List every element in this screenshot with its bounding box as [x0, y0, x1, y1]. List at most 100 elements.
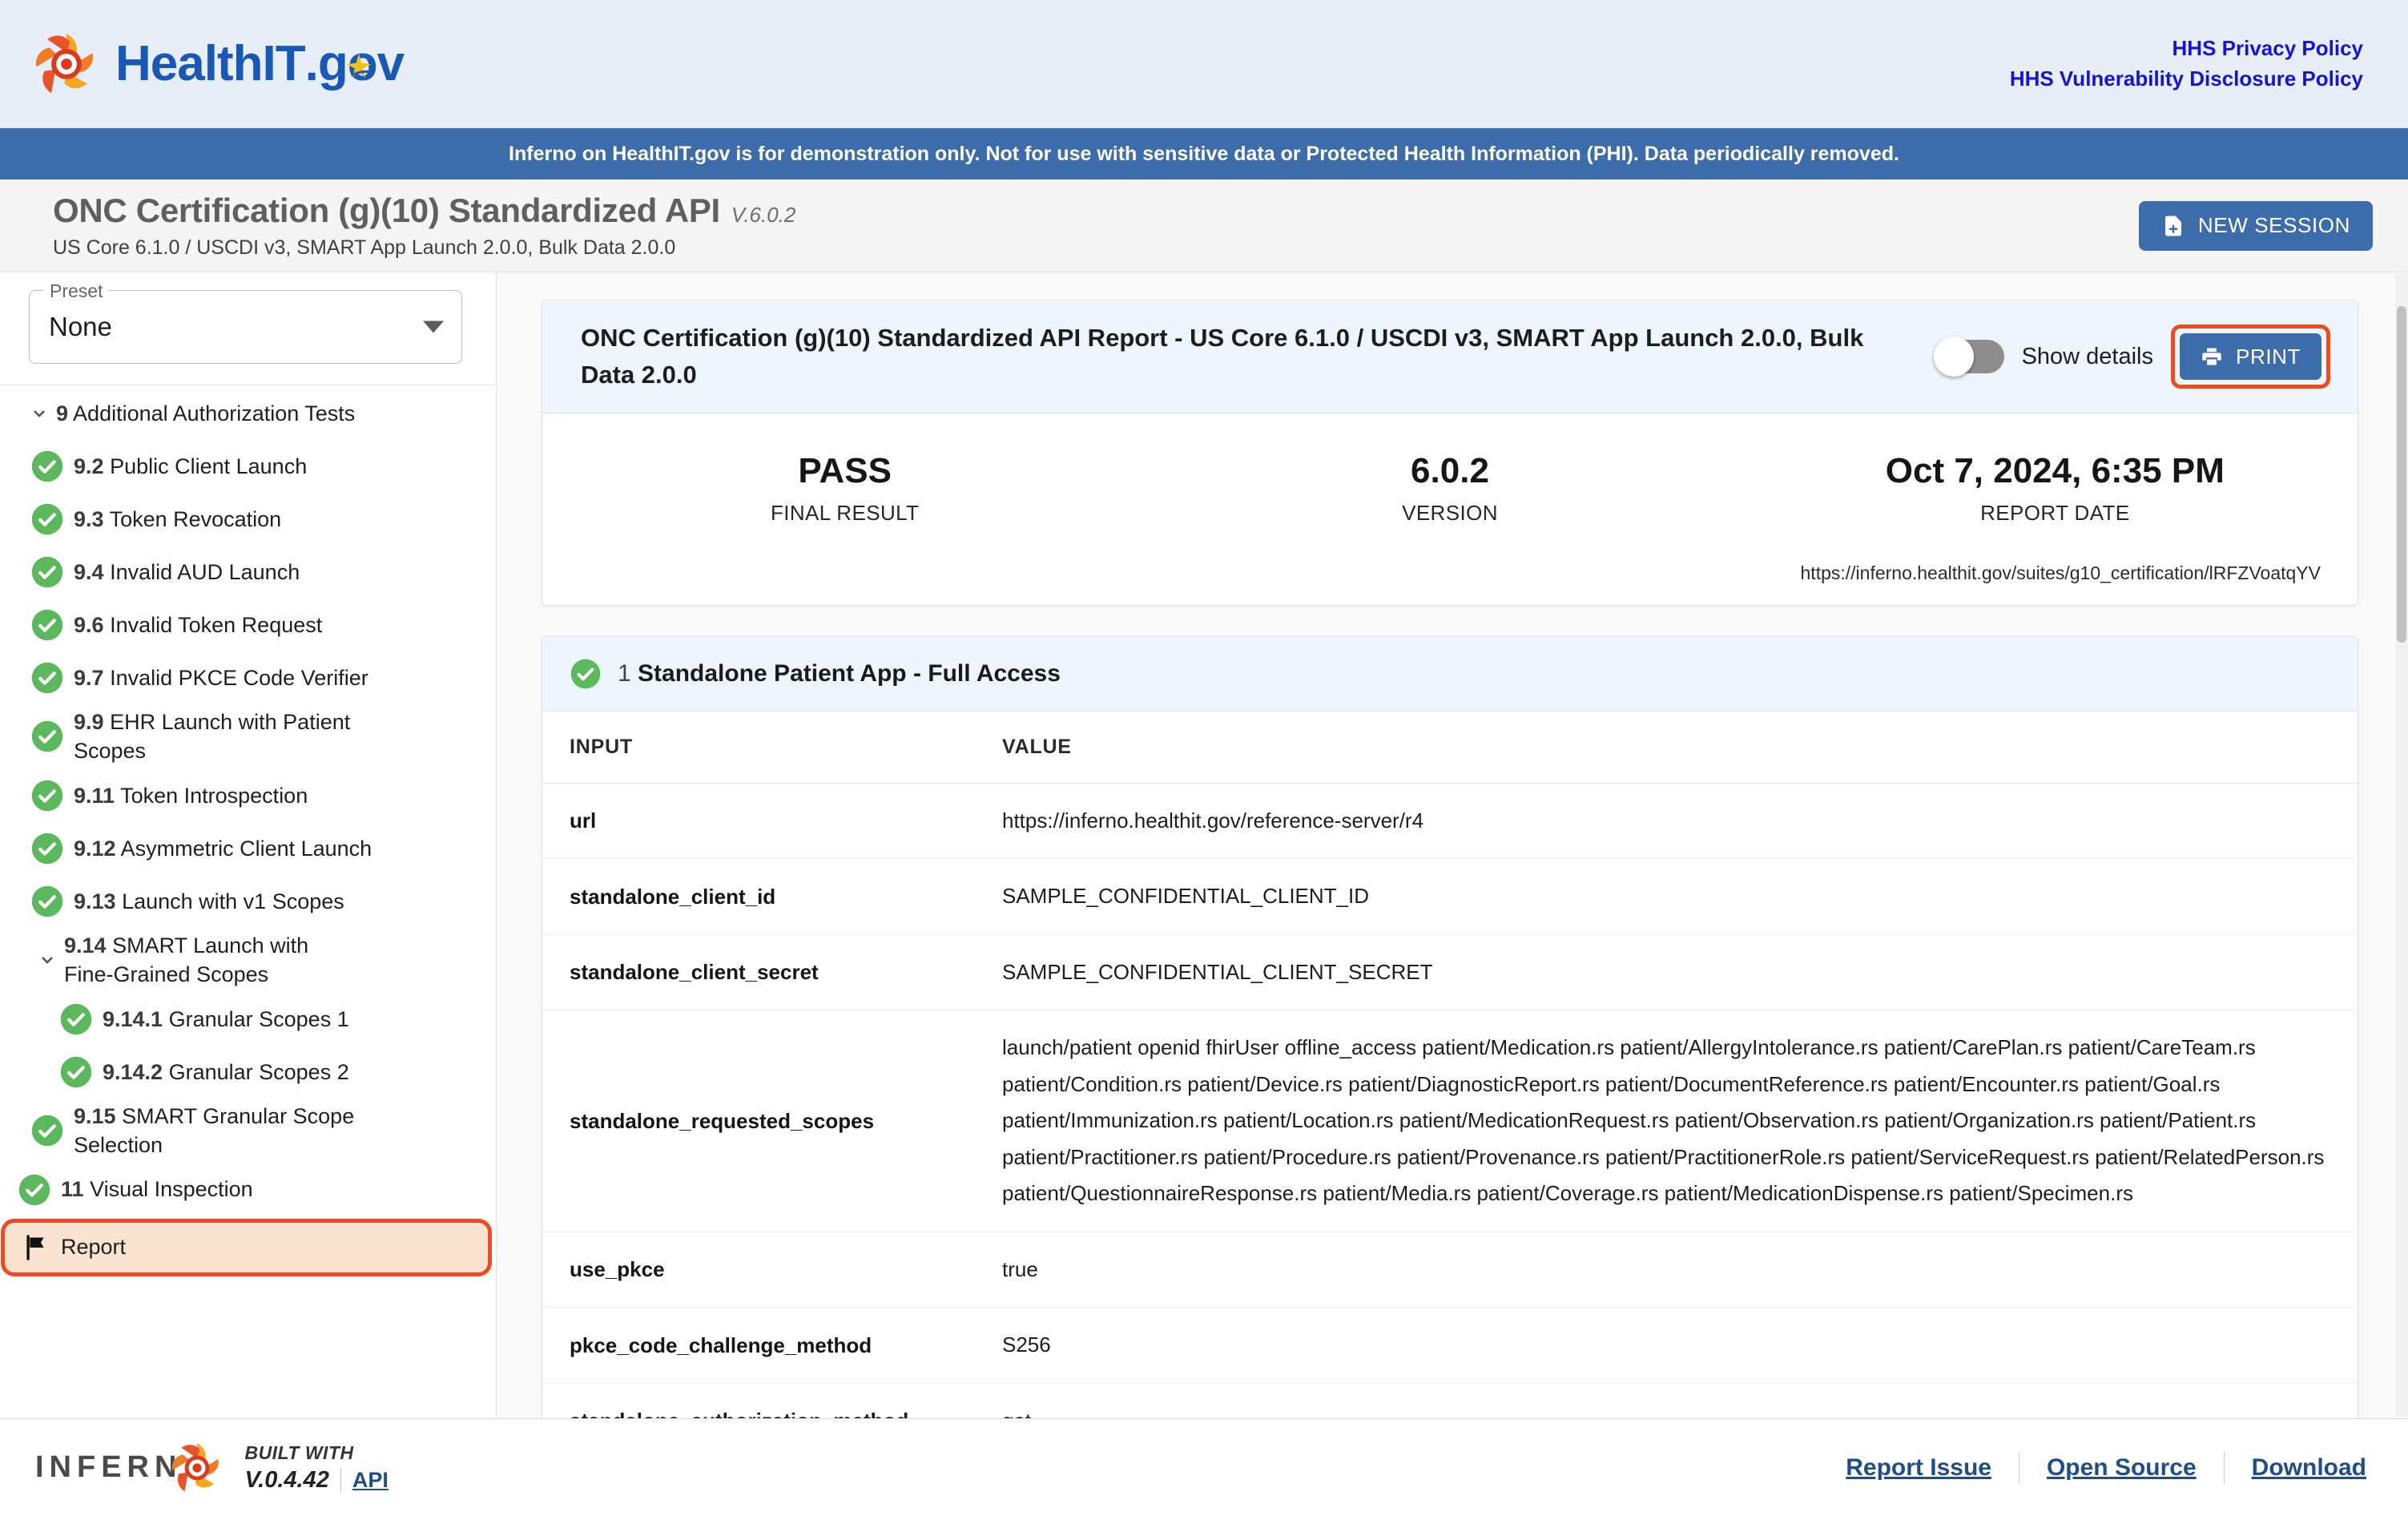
report-title: ONC Certification (g)(10) Standardized A…	[581, 324, 1864, 389]
table-row: url https://inferno.healthit.gov/referen…	[542, 783, 2358, 860]
hhs-vulnerability-disclosure-policy-link[interactable]: HHS Vulnerability Disclosure Policy	[2010, 67, 2363, 91]
sidebar-item-number: 9.4	[74, 559, 104, 584]
input-value: SAMPLE_CONFIDENTIAL_CLIENT_SECRET	[975, 934, 2358, 1011]
sidebar-item-label: Granular Scopes 1	[168, 1006, 349, 1031]
inferno-version: V.0.4.42	[244, 1466, 329, 1493]
sidebar-item-label: Token Introspection	[120, 783, 308, 808]
page-title: ONC Certification (g)(10) Standardized A…	[53, 192, 720, 229]
summary-value: 6.0.2	[1411, 450, 1489, 490]
sidebar-item-9-13[interactable]: 9.13 Launch with v1 Scopes	[0, 875, 496, 928]
summary-report-date: Oct 7, 2024, 6:35 PM REPORT DATE	[1753, 449, 2358, 526]
sidebar-item-9-6[interactable]: 9.6 Invalid Token Request	[0, 599, 496, 651]
input-value: get	[975, 1383, 2358, 1418]
sidebar-item-label: Granular Scopes 2	[168, 1059, 349, 1084]
demo-banner: Inferno on HealthIT.gov is for demonstra…	[0, 128, 2408, 179]
brand-name-main: HealthIT	[115, 35, 306, 91]
report-content: ONC Certification (g)(10) Standardized A…	[497, 272, 2408, 1418]
brand-name: HealthIT.gov	[115, 35, 405, 91]
summary-label: FINAL RESULT	[770, 500, 920, 525]
report-panel-actions: Show details PRINT	[1933, 320, 2330, 389]
table-row: standalone_client_id SAMPLE_CONFIDENTIAL…	[542, 858, 2358, 935]
print-label: PRINT	[2236, 344, 2301, 369]
new-session-button[interactable]: NEW SESSION	[2138, 200, 2373, 251]
gov-header: HealthIT.gov HHS Privacy Policy HHS Vuln…	[0, 0, 2408, 128]
table-row: standalone_client_secret SAMPLE_CONFIDEN…	[542, 934, 2358, 1011]
inputs-table: INPUT VALUE url https://inferno.healthit…	[542, 711, 2358, 1418]
show-details-toggle[interactable]	[1933, 337, 2004, 377]
sidebar-item-number: 9.9	[74, 710, 104, 734]
chevron-down-icon[interactable]	[22, 404, 56, 423]
preset-select[interactable]: Preset None	[29, 280, 462, 364]
sidebar-item-label: Asymmetric Client Launch	[120, 836, 372, 861]
column-header-input: INPUT	[542, 711, 975, 784]
sidebar-item-9-11[interactable]: 9.11 Token Introspection	[0, 769, 496, 822]
sidebar-item-label: Invalid PKCE Code Verifier	[110, 665, 368, 690]
download-link[interactable]: Download	[2252, 1454, 2366, 1482]
input-key: standalone_authorization_method	[542, 1383, 975, 1418]
sidebar-item-9-9[interactable]: 9.9 EHR Launch with Patient Scopes	[0, 704, 496, 769]
suite-titles: ONC Certification (g)(10) Standardized A…	[53, 192, 795, 260]
sidebar-item-number: 9.14	[64, 933, 107, 958]
chevron-down-icon	[423, 321, 444, 333]
summary-final-result: PASS FINAL RESULT	[542, 449, 1147, 526]
divider	[2223, 1451, 2225, 1484]
report-url: https://inferno.healthit.gov/suites/g10_…	[1800, 562, 2321, 583]
test-group-title: Standalone Patient App - Full Access	[638, 659, 1061, 687]
sidebar-item-11[interactable]: 11 Visual Inspection	[0, 1163, 496, 1216]
pass-check-icon	[31, 1115, 63, 1147]
pass-check-icon	[31, 780, 63, 812]
scrollbar-thumb[interactable]	[2397, 306, 2406, 643]
sidebar-item-label: Report	[61, 1235, 127, 1260]
sidebar-item-label: EHR Launch with Patient Scopes	[74, 710, 351, 764]
toggle-knob	[1933, 337, 1974, 377]
report-issue-link[interactable]: Report Issue	[1846, 1454, 1991, 1482]
sidebar-item-number: 9.14.2	[103, 1059, 163, 1084]
sidebar-item-9-14-1[interactable]: 9.14.1 Granular Scopes 1	[0, 993, 496, 1046]
sidebar-item-label: Visual Inspection	[90, 1177, 253, 1202]
preset-label: Preset	[44, 280, 109, 302]
sidebar-item-9-4[interactable]: 9.4 Invalid AUD Launch	[0, 546, 496, 599]
input-key: standalone_requested_scopes	[542, 1010, 975, 1232]
sidebar-item-number: 9.7	[74, 665, 104, 690]
sidebar-item-number: 9.6	[74, 612, 104, 637]
sidebar-item-label: Additional Authorization Tests	[73, 401, 356, 425]
sidebar-item-label: Token Revocation	[109, 506, 282, 531]
input-key: url	[542, 783, 975, 860]
sidebar-item-number: 9.2	[74, 454, 104, 478]
sidebar-item-label: Launch with v1 Scopes	[122, 889, 344, 913]
sidebar-item-9-2[interactable]: 9.2 Public Client Launch	[0, 440, 496, 493]
summary-label: VERSION	[1402, 500, 1498, 525]
sidebar-item-9-12[interactable]: 9.12 Asymmetric Client Launch	[0, 822, 496, 875]
pass-check-icon	[60, 1003, 92, 1034]
sidebar-item-9-14[interactable]: 9.14 SMART Launch with Fine-Grained Scop…	[0, 928, 496, 993]
chevron-down-icon[interactable]	[30, 950, 64, 970]
sidebar-item-9-15[interactable]: 9.15 SMART Granular Scope Selection	[0, 1099, 496, 1163]
flag-icon	[26, 1234, 44, 1260]
sidebar-item-9-7[interactable]: 9.7 Invalid PKCE Code Verifier	[0, 651, 496, 704]
api-link[interactable]: API	[352, 1468, 389, 1493]
divider	[340, 1468, 341, 1492]
input-key: pkce_code_challenge_method	[542, 1307, 975, 1384]
show-details-label: Show details	[2021, 343, 2153, 369]
sidebar-item-9-3[interactable]: 9.3 Token Revocation	[0, 493, 496, 546]
pass-check-icon	[31, 609, 63, 641]
summary-label: REPORT DATE	[1980, 500, 2130, 525]
print-button[interactable]: PRINT	[2180, 333, 2321, 380]
open-source-link[interactable]: Open Source	[2047, 1454, 2197, 1482]
healthit-sunburst-logo	[35, 33, 94, 93]
policy-links: HHS Privacy Policy HHS Vulnerability Dis…	[2010, 36, 2363, 91]
sidebar-item-label: Public Client Launch	[110, 454, 308, 478]
content-scrollbar[interactable]	[2395, 274, 2408, 1417]
brand-name-tld: .gov	[304, 35, 405, 91]
sidebar-item-report[interactable]: Report	[1, 1218, 492, 1276]
sidebar-item-label: Invalid AUD Launch	[110, 559, 300, 584]
sidebar-item-9[interactable]: 9 Additional Authorization Tests	[0, 387, 496, 440]
printer-icon	[2202, 348, 2221, 365]
sidebar-item-9-14-2[interactable]: 9.14.2 Granular Scopes 2	[0, 1046, 496, 1099]
test-group-header[interactable]: 1 Standalone Patient App - Full Access	[542, 636, 2358, 712]
print-button-highlight: PRINT	[2171, 325, 2330, 389]
healthit-brand[interactable]: HealthIT.gov	[32, 30, 405, 99]
hhs-privacy-policy-link[interactable]: HHS Privacy Policy	[2010, 36, 2363, 61]
new-document-icon	[2164, 216, 2181, 236]
input-value: launch/patient openid fhirUser offline_a…	[975, 1010, 2358, 1232]
